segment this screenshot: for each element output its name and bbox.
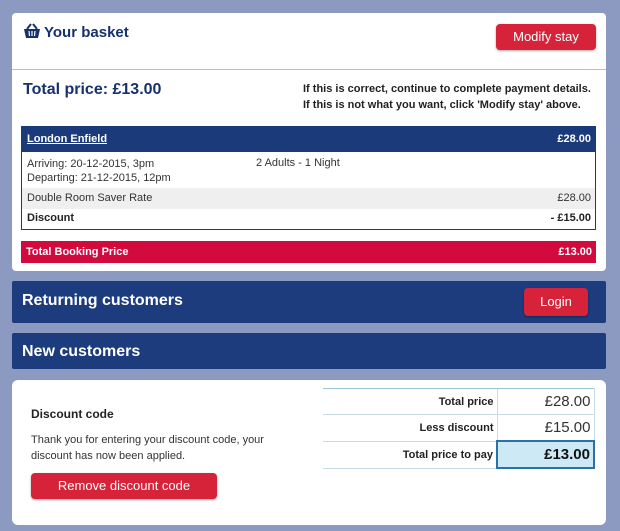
- remove-discount-button[interactable]: Remove discount code: [31, 473, 217, 499]
- table-row: Total price £28.00: [323, 388, 595, 415]
- booking-total-value: £13.00: [558, 246, 592, 258]
- price-summary-table: Total price £28.00 Less discount £15.00 …: [323, 388, 595, 469]
- discount-row: Discount - £15.00: [22, 209, 595, 229]
- discount-label: Discount: [27, 212, 75, 224]
- returning-customers-bar: Returning customers Login: [12, 281, 606, 323]
- summary-value: £15.00: [496, 414, 595, 442]
- new-customers-title: New customers: [22, 343, 141, 360]
- basket-icon: [24, 23, 40, 38]
- summary-label: Total price to pay: [323, 441, 497, 469]
- modify-stay-button[interactable]: Modify stay: [496, 24, 596, 50]
- summary-value: £28.00: [496, 388, 595, 415]
- room-rate-price: £28.00: [557, 192, 591, 204]
- stay-dates: Arriving: 20-12-2015, 3pm Departing: 21-…: [27, 157, 171, 185]
- summary-label: Total price: [323, 388, 497, 415]
- room-rate-row: Double Room Saver Rate £28.00: [22, 188, 595, 209]
- new-customers-bar: New customers: [12, 333, 606, 369]
- booking-total-row: Total Booking Price £13.00: [21, 241, 596, 263]
- discount-code-title: Discount code: [31, 407, 114, 421]
- hotel-price: £28.00: [557, 133, 591, 145]
- arriving-date: Arriving: 20-12-2015, 3pm: [27, 158, 155, 170]
- discount-message: Thank you for entering your discount cod…: [31, 434, 264, 462]
- hotel-row: London Enfield £28.00: [22, 127, 595, 152]
- departing-date: Departing: 21-12-2015, 12pm: [27, 172, 171, 184]
- discount-panel: Discount code Thank you for entering you…: [12, 380, 606, 525]
- login-button[interactable]: Login: [524, 288, 588, 316]
- guest-count: 2 Adults - 1 Night: [256, 157, 340, 169]
- basket-header: Your basket Modify stay: [12, 13, 606, 70]
- basket-panel: Your basket Modify stay Total price: £13…: [12, 13, 606, 271]
- room-rate-label: Double Room Saver Rate: [27, 192, 153, 204]
- discount-value: - £15.00: [550, 212, 591, 224]
- total-to-pay-value: £13.00: [496, 440, 595, 469]
- instruction-line-2: If this is not what you want, click 'Mod…: [303, 99, 581, 111]
- returning-customers-title: Returning customers: [22, 292, 183, 309]
- basket-title: Your basket: [44, 24, 129, 41]
- table-row: Total price to pay £13.00: [323, 440, 595, 469]
- booking-total-label: Total Booking Price: [26, 246, 129, 258]
- table-row: Less discount £15.00: [323, 414, 595, 442]
- summary-label: Less discount: [323, 414, 497, 442]
- booking-details: London Enfield £28.00 Arriving: 20-12-20…: [21, 126, 596, 230]
- hotel-link[interactable]: London Enfield: [27, 133, 107, 145]
- payment-instructions: If this is correct, continue to complete…: [303, 81, 591, 113]
- total-price-heading: Total price: £13.00: [23, 81, 162, 98]
- instruction-line-1: If this is correct, continue to complete…: [303, 83, 591, 95]
